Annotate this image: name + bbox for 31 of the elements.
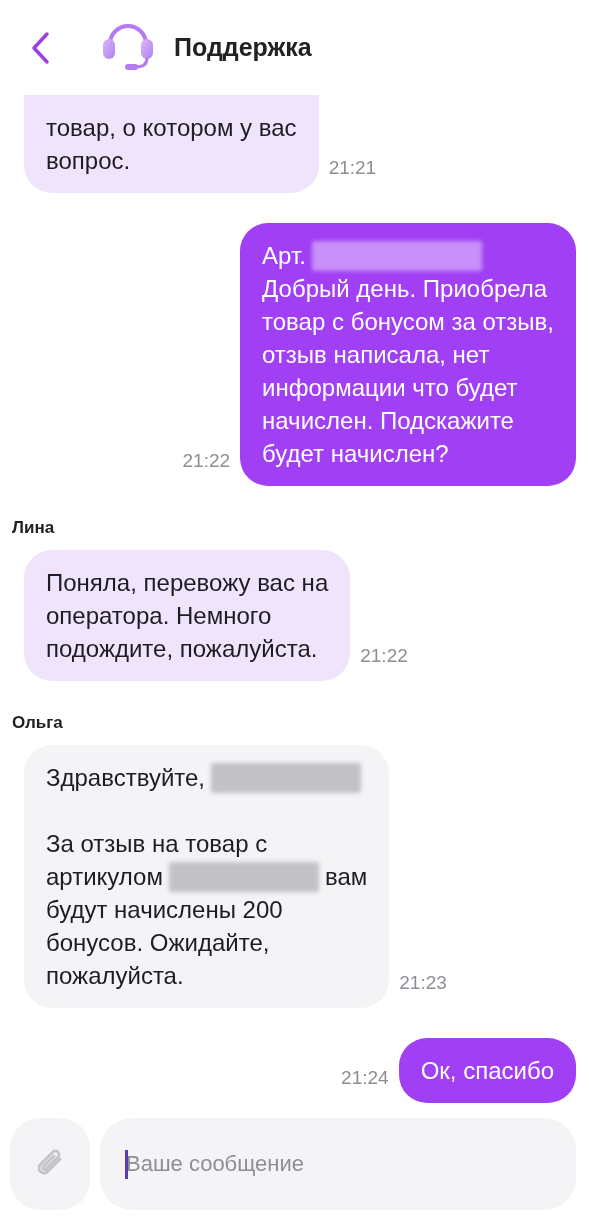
message-time: 21:24	[341, 1067, 389, 1090]
sender-name: Лина	[12, 518, 55, 538]
message-text: Ок, спасибо	[420, 1056, 554, 1086]
message-text: За отзыв на товар с	[46, 829, 268, 859]
back-icon	[30, 30, 50, 65]
message-time: 21:21	[328, 157, 377, 180]
message-text: информации что будет	[262, 373, 518, 403]
message-text: Добрый день. Приобрела	[262, 274, 548, 304]
text-cursor	[125, 1150, 128, 1179]
message-text: вам	[324, 862, 368, 892]
message-text: товар, о котором у вас	[46, 113, 297, 143]
message-text: товар с бонусом за отзыв,	[262, 307, 554, 337]
message-text: оператора. Немного	[46, 601, 272, 631]
message-time: 21:22	[182, 450, 231, 473]
message-text: Арт.	[262, 241, 306, 271]
message-text: вопрос.	[46, 146, 131, 176]
message-text: артикулом	[46, 862, 163, 892]
message-text: пожалуйста.	[46, 961, 184, 991]
message-text: Поняла, перевожу вас на	[46, 568, 329, 598]
message-text: будет начислен?	[262, 439, 449, 469]
message-text: Здравствуйте,	[46, 763, 206, 793]
message-time: 21:22	[360, 645, 408, 668]
message-text: бонусов. Ожидайте,	[46, 928, 270, 958]
message-text: будут начислены 200	[46, 895, 283, 925]
message-input[interactable]: Ваше сообщение	[100, 1118, 576, 1210]
chat-title: Поддержка	[174, 33, 312, 62]
message-text: начислен. Подскажите	[262, 406, 514, 436]
sender-name: Ольга	[12, 713, 63, 733]
message-text: отзыв написала, нет	[262, 340, 490, 370]
message-text: подождите, пожалуйста.	[46, 634, 318, 664]
message-time: 21:23	[399, 972, 447, 995]
